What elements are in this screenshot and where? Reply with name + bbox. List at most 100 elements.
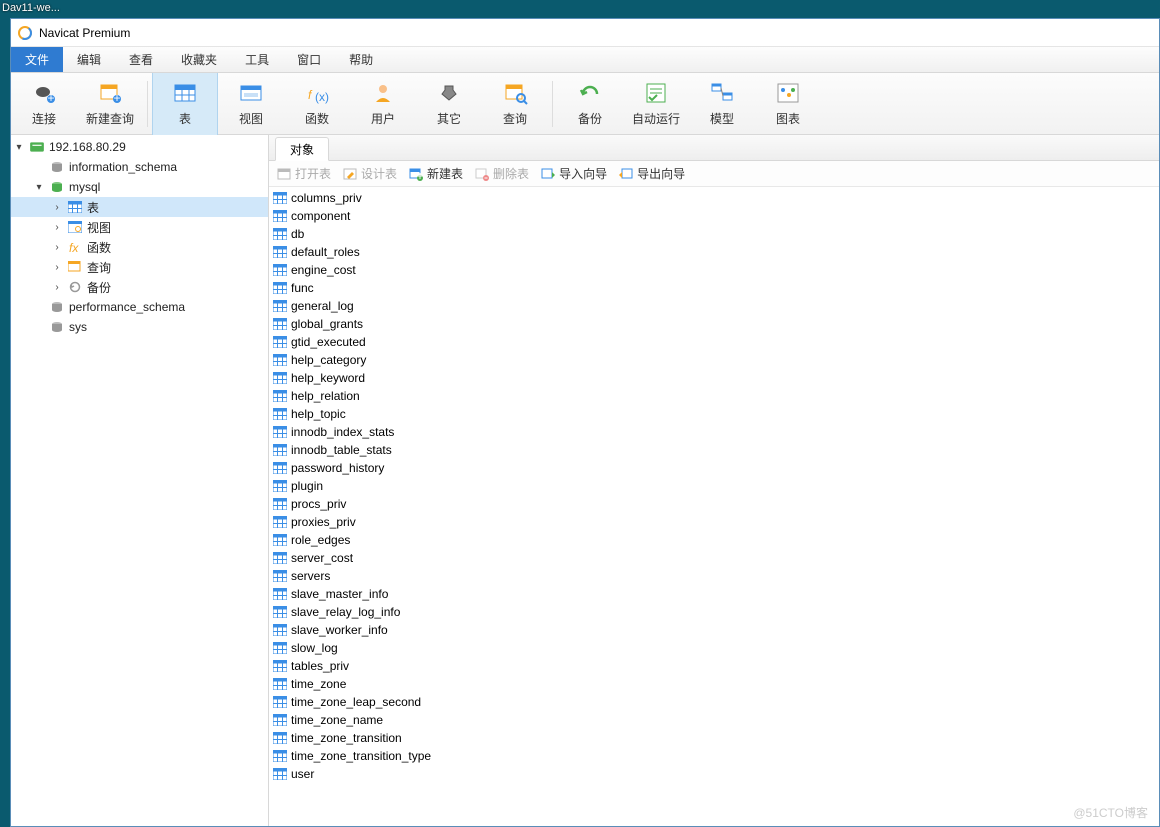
fx-icon: fx (67, 240, 83, 254)
other-icon (436, 80, 462, 106)
toolbar-user[interactable]: 用户 (350, 73, 416, 135)
toolbar-new-query[interactable]: +新建查询 (77, 73, 143, 135)
table-name: server_cost (291, 551, 353, 565)
tree-node[interactable]: ›视图 (11, 217, 268, 237)
tree-node[interactable]: ›查询 (11, 257, 268, 277)
action-import[interactable]: 导入向导 (541, 165, 607, 182)
tree-node[interactable]: ›fx函数 (11, 237, 268, 257)
table-row[interactable]: help_category (273, 351, 1155, 369)
table-row[interactable]: time_zone_transition (273, 729, 1155, 747)
action-export[interactable]: 导出向导 (619, 165, 685, 182)
menu-4[interactable]: 工具 (231, 47, 283, 72)
table-row[interactable]: slave_master_info (273, 585, 1155, 603)
table-icon (273, 336, 287, 348)
toolbar-model[interactable]: 模型 (689, 73, 755, 135)
toolbar-label: 函数 (305, 110, 329, 127)
table-row[interactable]: global_grants (273, 315, 1155, 333)
table-icon (273, 750, 287, 762)
table-name: time_zone_leap_second (291, 695, 421, 709)
menu-3[interactable]: 收藏夹 (167, 47, 231, 72)
table-row[interactable]: help_keyword (273, 369, 1155, 387)
table-row[interactable]: server_cost (273, 549, 1155, 567)
export-icon (619, 167, 633, 181)
table-row[interactable]: tables_priv (273, 657, 1155, 675)
toolbar-backup[interactable]: 备份 (557, 73, 623, 135)
table-row[interactable]: help_topic (273, 405, 1155, 423)
table-row[interactable]: proxies_priv (273, 513, 1155, 531)
svg-text:f: f (308, 88, 313, 102)
table-row[interactable]: time_zone_transition_type (273, 747, 1155, 765)
user-icon (370, 80, 396, 106)
tree-node[interactable]: performance_schema (11, 297, 268, 317)
action-newtable[interactable]: +新建表 (409, 165, 463, 182)
table-row[interactable]: columns_priv (273, 189, 1155, 207)
open-icon (277, 167, 291, 181)
toolbar-query[interactable]: 查询 (482, 73, 548, 135)
table-row[interactable]: gtid_executed (273, 333, 1155, 351)
menu-1[interactable]: 编辑 (63, 47, 115, 72)
table-row[interactable]: innodb_index_stats (273, 423, 1155, 441)
toolbar-fx[interactable]: f(x)函数 (284, 73, 350, 135)
table-name: engine_cost (291, 263, 356, 277)
toolbar-other[interactable]: 其它 (416, 73, 482, 135)
table-row[interactable]: component (273, 207, 1155, 225)
toolbar-table[interactable]: 表 (152, 73, 218, 135)
table-row[interactable]: slave_worker_info (273, 621, 1155, 639)
table-name: help_category (291, 353, 366, 367)
table-name: slave_worker_info (291, 623, 388, 637)
table-row[interactable]: slow_log (273, 639, 1155, 657)
table-row[interactable]: time_zone (273, 675, 1155, 693)
table-row[interactable]: innodb_table_stats (273, 441, 1155, 459)
action-label: 设计表 (361, 165, 397, 182)
table-row[interactable]: time_zone_name (273, 711, 1155, 729)
tabbar: 对象 (269, 135, 1159, 161)
toolbar-chart[interactable]: 图表 (755, 73, 821, 135)
table-row[interactable]: servers (273, 567, 1155, 585)
table-row[interactable]: password_history (273, 459, 1155, 477)
tree-arrow-icon[interactable]: › (51, 282, 63, 293)
tree-arrow-icon[interactable]: ▾ (33, 182, 45, 193)
table-name: help_topic (291, 407, 346, 421)
table-icon (273, 390, 287, 402)
table-row[interactable]: time_zone_leap_second (273, 693, 1155, 711)
table-row[interactable]: general_log (273, 297, 1155, 315)
toolbar-plug[interactable]: +连接 (11, 73, 77, 135)
chevron-down-icon[interactable]: ▾ (13, 142, 25, 153)
table-row[interactable]: slave_relay_log_info (273, 603, 1155, 621)
menu-5[interactable]: 窗口 (283, 47, 335, 72)
table-icon (273, 696, 287, 708)
table-icon (273, 516, 287, 528)
toolbar-view[interactable]: 视图 (218, 73, 284, 135)
toolbar-auto[interactable]: 自动运行 (623, 73, 689, 135)
table-icon (273, 498, 287, 510)
toolbar-label: 备份 (578, 110, 602, 127)
table-row[interactable]: user (273, 765, 1155, 783)
table-row[interactable]: help_relation (273, 387, 1155, 405)
table-row[interactable]: default_roles (273, 243, 1155, 261)
tree-node[interactable]: ›备份 (11, 277, 268, 297)
tree-connection[interactable]: ▾ 192.168.80.29 (11, 137, 268, 157)
menu-0[interactable]: 文件 (11, 47, 63, 72)
tree-arrow-icon[interactable]: › (51, 242, 63, 253)
tree-node[interactable]: ›表 (11, 197, 268, 217)
table-row[interactable]: db (273, 225, 1155, 243)
tab-objects[interactable]: 对象 (275, 137, 329, 161)
menu-6[interactable]: 帮助 (335, 47, 387, 72)
auto-icon (643, 80, 669, 106)
tree-arrow-icon[interactable]: › (51, 262, 63, 273)
tree-node[interactable]: ▾mysql (11, 177, 268, 197)
table-icon (273, 246, 287, 258)
table-row[interactable]: procs_priv (273, 495, 1155, 513)
tree-arrow-icon[interactable]: › (51, 222, 63, 233)
table-icon (273, 606, 287, 618)
table-row[interactable]: role_edges (273, 531, 1155, 549)
table-row[interactable]: func (273, 279, 1155, 297)
menu-2[interactable]: 查看 (115, 47, 167, 72)
table-row[interactable]: plugin (273, 477, 1155, 495)
table-row[interactable]: engine_cost (273, 261, 1155, 279)
tree-node[interactable]: sys (11, 317, 268, 337)
tree-label: information_schema (69, 160, 177, 174)
tree-arrow-icon[interactable]: › (51, 202, 63, 213)
tree-node[interactable]: information_schema (11, 157, 268, 177)
table-icon (273, 714, 287, 726)
